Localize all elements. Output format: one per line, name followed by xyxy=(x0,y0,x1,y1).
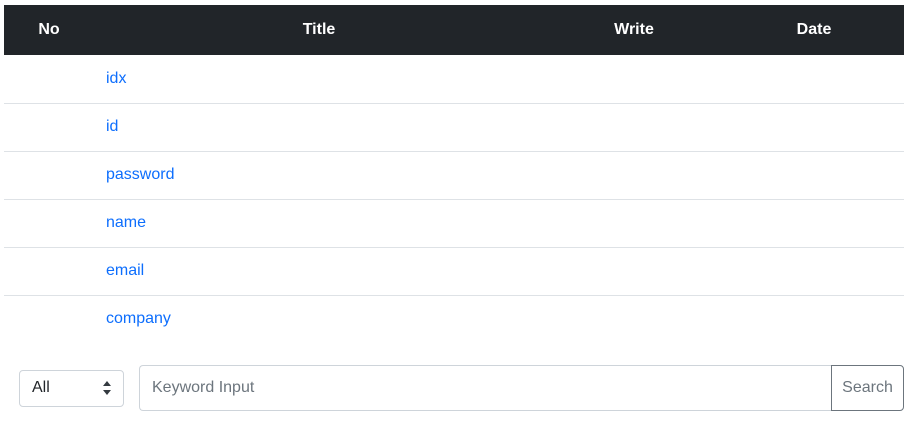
cell-date xyxy=(724,295,904,343)
row-title-link[interactable]: idx xyxy=(106,70,126,87)
chevron-updown-icon xyxy=(103,381,111,395)
row-title-link[interactable]: id xyxy=(106,118,118,135)
cell-title: name xyxy=(94,199,544,247)
cell-no xyxy=(4,199,94,247)
keyword-input[interactable] xyxy=(139,365,832,411)
cell-date xyxy=(724,199,904,247)
table-header-row: No Title Write Date xyxy=(4,5,904,55)
cell-date xyxy=(724,151,904,199)
table-row: name xyxy=(4,199,904,247)
search-bar: All Search xyxy=(19,365,904,411)
cell-no xyxy=(4,151,94,199)
table-body: idx id password name email company xyxy=(4,55,904,343)
table-row: idx xyxy=(4,55,904,103)
cell-date xyxy=(724,103,904,151)
table-row: company xyxy=(4,295,904,343)
cell-date xyxy=(724,55,904,103)
cell-write xyxy=(544,151,724,199)
search-button[interactable]: Search xyxy=(831,365,904,411)
cell-title: id xyxy=(94,103,544,151)
table-row: email xyxy=(4,247,904,295)
header-title: Title xyxy=(302,21,336,38)
header-date: Date xyxy=(796,21,832,38)
cell-write xyxy=(544,55,724,103)
cell-no xyxy=(4,55,94,103)
header-write: Write xyxy=(614,21,654,38)
cell-write xyxy=(544,103,724,151)
search-filter-select[interactable]: All xyxy=(19,370,124,407)
search-filter-value: All xyxy=(32,379,50,396)
cell-write xyxy=(544,295,724,343)
cell-write xyxy=(544,247,724,295)
cell-no xyxy=(4,103,94,151)
header-no: No xyxy=(38,21,60,38)
cell-title: company xyxy=(94,295,544,343)
table-header: No Title Write Date xyxy=(4,5,904,55)
cell-title: email xyxy=(94,247,544,295)
cell-date xyxy=(724,247,904,295)
table-row: id xyxy=(4,103,904,151)
row-title-link[interactable]: name xyxy=(106,214,146,231)
board-container: No Title Write Date idx id password name… xyxy=(4,5,904,343)
cell-title: idx xyxy=(94,55,544,103)
cell-no xyxy=(4,295,94,343)
cell-no xyxy=(4,247,94,295)
cell-title: password xyxy=(94,151,544,199)
row-title-link[interactable]: email xyxy=(106,262,144,279)
table-row: password xyxy=(4,151,904,199)
cell-write xyxy=(544,199,724,247)
board-table: No Title Write Date idx id password name… xyxy=(4,5,904,343)
row-title-link[interactable]: company xyxy=(106,310,171,327)
row-title-link[interactable]: password xyxy=(106,166,174,183)
